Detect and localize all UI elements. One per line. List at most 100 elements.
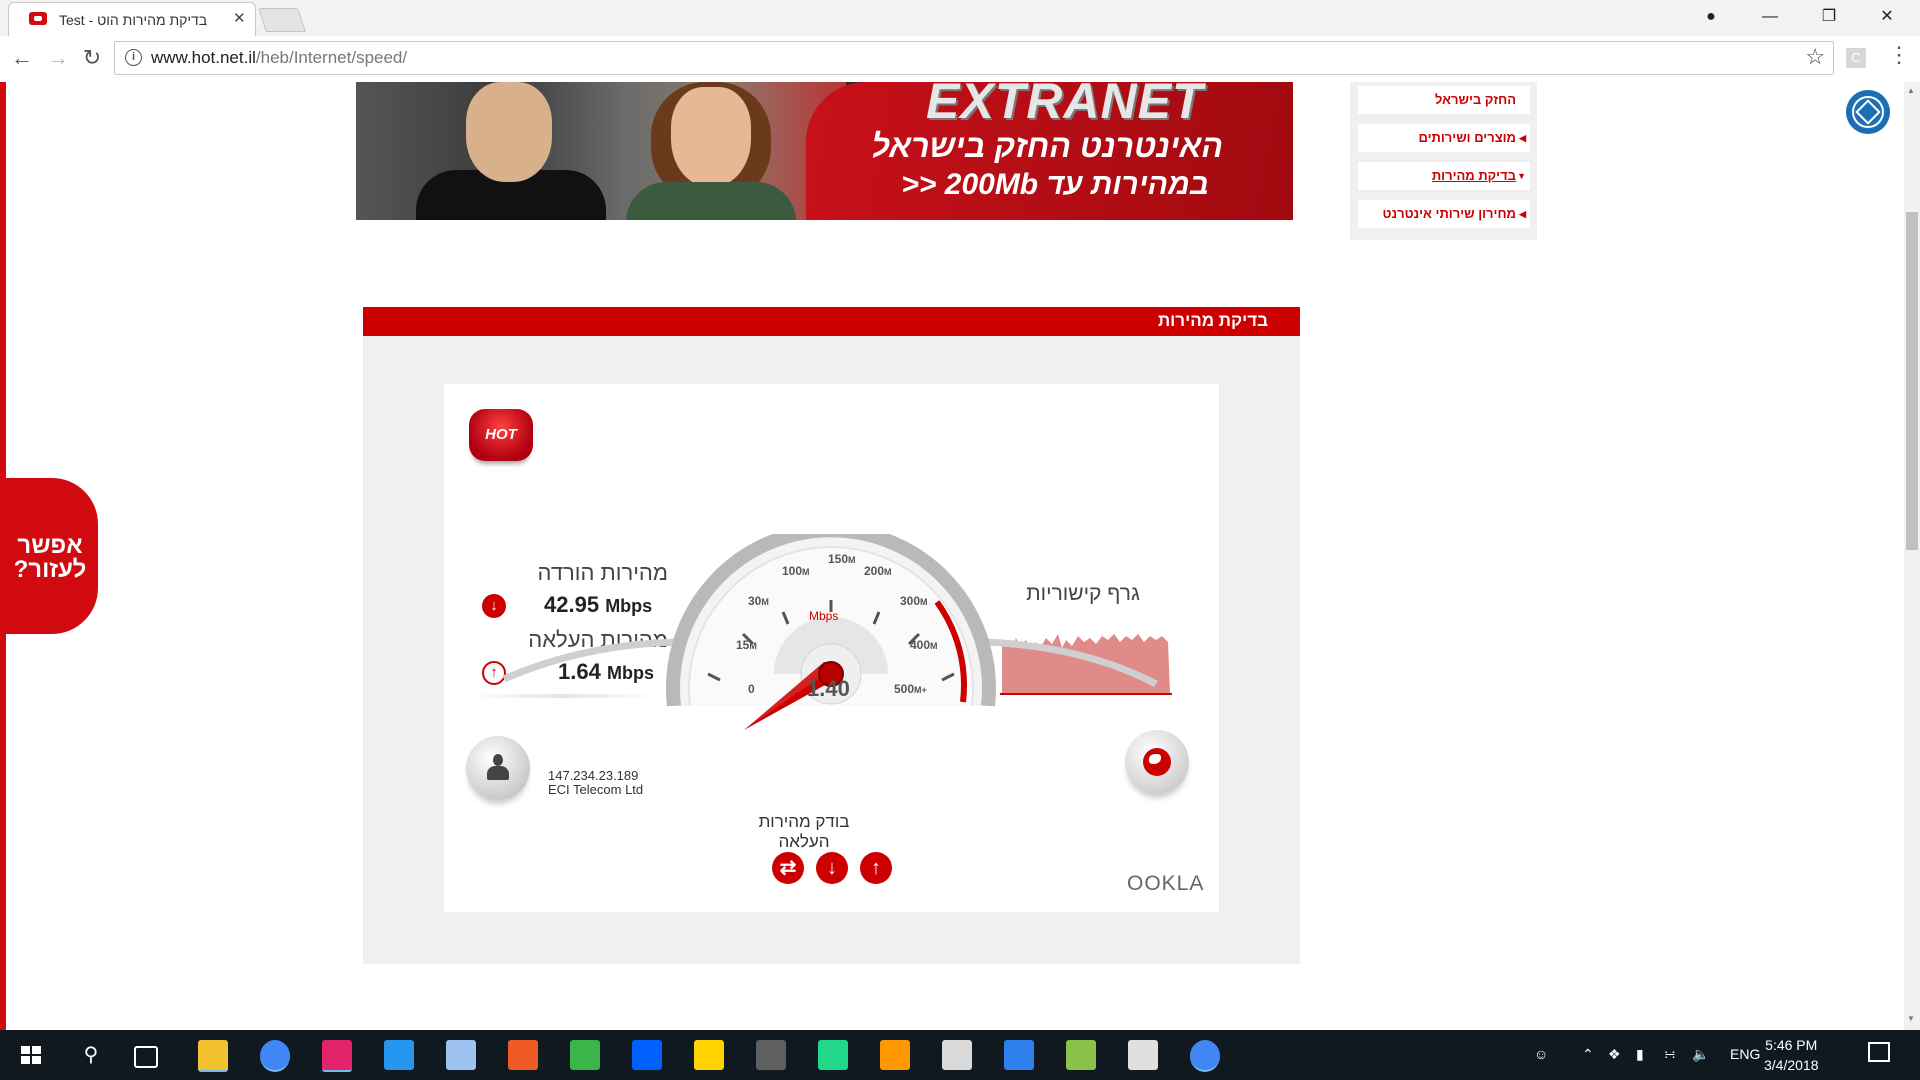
pycharm-icon[interactable] <box>818 1040 848 1070</box>
browser-menu-icon[interactable]: ⋮ <box>1888 42 1910 68</box>
banner-face-2 <box>671 87 751 187</box>
help-tab[interactable]: אפשר לעזור? <box>0 478 98 634</box>
dropbox-tray-icon[interactable]: ❖ <box>1608 1046 1621 1063</box>
address-bar[interactable]: i www.hot.net.il/heb/Internet/speed/ ☆ <box>114 41 1834 75</box>
gauge-tick-label: 30M <box>748 594 769 608</box>
scrollbar-thumb[interactable] <box>1906 212 1918 550</box>
slack-icon[interactable] <box>756 1040 786 1070</box>
banner-face-1 <box>466 82 552 182</box>
gauge-tick-unit: M+ <box>914 685 927 695</box>
windows-taskbar: ⚲ ☺ ⌃ ❖ ▮ ∺ 🔈 ENG 5:46 PM 3/4/2018 <box>0 1030 1920 1080</box>
side-menu-item-products[interactable]: ◀ מוצרים ושירותים <box>1358 124 1530 152</box>
media-player-icon[interactable] <box>1004 1040 1034 1070</box>
windows-start-icon[interactable] <box>16 1040 46 1070</box>
scroll-up-icon[interactable]: ▲ <box>1907 86 1915 95</box>
side-menu-item-strongest[interactable]: החזק בישראל <box>1358 86 1530 114</box>
help-tab-label: אפשר לעזור? <box>13 532 87 583</box>
language-indicator[interactable]: ENG <box>1730 1046 1760 1062</box>
minimize-icon[interactable]: — <box>1747 4 1793 30</box>
task-view-icon[interactable] <box>134 1046 158 1068</box>
tab-strip: בדיקת מהירות הוט - Test ✕ ● — ❐ ✕ <box>0 0 1920 37</box>
speed-test-title: בדיקת מהירות <box>1157 311 1268 330</box>
bookmark-star-icon[interactable]: ☆ <box>1805 44 1825 70</box>
gauge-tick-label: 150M <box>828 552 856 566</box>
wifi-icon[interactable]: ∺ <box>1664 1046 1676 1063</box>
reload-icon[interactable]: ↻ <box>78 44 106 72</box>
upload-test-button[interactable]: ↑ <box>860 852 892 884</box>
caret-left-icon: ◀ <box>1519 133 1526 143</box>
info-icon[interactable]: i <box>125 49 142 66</box>
caret-left-icon: ◀ <box>1519 209 1526 219</box>
postman-icon[interactable] <box>508 1040 538 1070</box>
speed-gauge <box>502 534 1158 754</box>
new-tab-button[interactable] <box>258 8 306 32</box>
scroll-down-icon[interactable]: ▼ <box>1907 1014 1915 1023</box>
extension-icon[interactable]: C <box>1846 48 1866 68</box>
people-icon[interactable]: ☺ <box>1534 1046 1548 1062</box>
ping-test-button[interactable]: ⇄ <box>772 852 804 884</box>
download-test-button[interactable]: ↓ <box>816 852 848 884</box>
accessibility-icon[interactable] <box>1846 90 1890 134</box>
volume-icon[interactable]: 🔈 <box>1692 1046 1709 1063</box>
gauge-unit: Mbps <box>809 609 839 623</box>
side-menu-item-speed-test[interactable]: ▼ בדיקת מהירות <box>1358 162 1530 190</box>
side-menu-item-pricing[interactable]: ◀ מחירון שירותי אינטרנט <box>1358 200 1530 228</box>
star-app-icon[interactable] <box>694 1040 724 1070</box>
caret-down-icon: ▼ <box>1517 171 1526 181</box>
user-node <box>466 736 530 800</box>
sublime-icon[interactable] <box>880 1040 910 1070</box>
side-menu: החזק בישראל ◀ מוצרים ושירותים ▼ בדיקת מה… <box>1350 82 1537 240</box>
action-center-icon[interactable] <box>1868 1042 1890 1062</box>
banner-person-2 <box>626 182 796 220</box>
gauge-tick-value: 15 <box>736 638 750 652</box>
speed-test-panel: HOT מהירות הורדה ↓ 42.95 Mbps מהירות העל… <box>363 336 1300 964</box>
gauge-tick-value: 400 <box>910 638 931 652</box>
back-arrow-icon[interactable]: ← <box>8 44 36 72</box>
chrome-icon[interactable] <box>260 1040 290 1072</box>
side-menu-label: החזק בישראל <box>1435 92 1516 107</box>
close-tab-icon[interactable]: ✕ <box>233 9 246 27</box>
battery-icon[interactable]: ▮ <box>1636 1046 1644 1063</box>
gauge-tick-value: 150 <box>828 552 849 566</box>
file-explorer-icon[interactable] <box>198 1040 228 1072</box>
side-menu-label: בדיקת מהירות <box>1431 168 1516 183</box>
virtualbox-icon[interactable] <box>446 1040 476 1070</box>
gauge-tick-label: 15M <box>736 638 757 652</box>
docker-icon[interactable] <box>384 1040 414 1070</box>
gauge-tick-value: 100 <box>782 564 803 578</box>
search-icon[interactable]: ⚲ <box>76 1040 106 1070</box>
url-path: /heb/Internet/speed/ <box>255 48 408 67</box>
gauge-tick-label: 100M <box>782 564 810 578</box>
app-dots-icon[interactable] <box>1128 1040 1158 1070</box>
banner-headline: האינטרנט החזק בישראל <box>871 128 1223 164</box>
banner-logo: EXTRANET <box>926 82 1204 129</box>
git-kraken-icon[interactable] <box>1066 1040 1096 1070</box>
gauge-tick-label: 0 <box>748 682 755 696</box>
speed-test-header: בדיקת מהירות <box>363 307 1300 336</box>
forward-arrow-icon[interactable]: → <box>44 44 72 72</box>
side-menu-label: מחירון שירותי אינטרנט <box>1382 206 1516 221</box>
photos-icon[interactable] <box>942 1040 972 1070</box>
chrome-active-icon[interactable] <box>1190 1040 1220 1072</box>
promo-banner[interactable]: EXTRANET האינטרנט החזק בישראל במהירות עד… <box>356 82 1293 220</box>
tab-title: בדיקת מהירות הוט - Test <box>59 12 208 28</box>
gauge-reading: 1.40 <box>807 676 850 701</box>
profile-icon[interactable]: ● <box>1688 4 1734 30</box>
system-clock[interactable]: 5:46 PM 3/4/2018 <box>1764 1035 1819 1075</box>
gauge-tick-unit: M <box>761 597 769 607</box>
clock-time: 5:46 PM <box>1765 1037 1818 1053</box>
app-green-icon[interactable] <box>570 1040 600 1070</box>
show-hidden-icons-icon[interactable]: ⌃ <box>1582 1046 1594 1063</box>
restore-icon[interactable]: ❐ <box>1806 4 1852 30</box>
gauge-tick-label: 500M+ <box>894 682 927 696</box>
banner-subline: במהירות עד 200Mb << <box>901 168 1209 201</box>
url-text[interactable]: www.hot.net.il/heb/Internet/speed/ <box>151 48 407 68</box>
close-window-icon[interactable]: ✕ <box>1864 4 1910 30</box>
isp-name: ECI Telecom Ltd <box>548 782 644 797</box>
intellij-icon[interactable] <box>322 1040 352 1072</box>
browser-tab[interactable]: בדיקת מהירות הוט - Test ✕ <box>8 2 256 37</box>
dropbox-icon[interactable] <box>632 1040 662 1070</box>
gauge-tick-value: 500 <box>894 682 915 696</box>
gauge-tick-unit: M <box>884 567 892 577</box>
gauge-tick-value: 0 <box>748 682 755 696</box>
